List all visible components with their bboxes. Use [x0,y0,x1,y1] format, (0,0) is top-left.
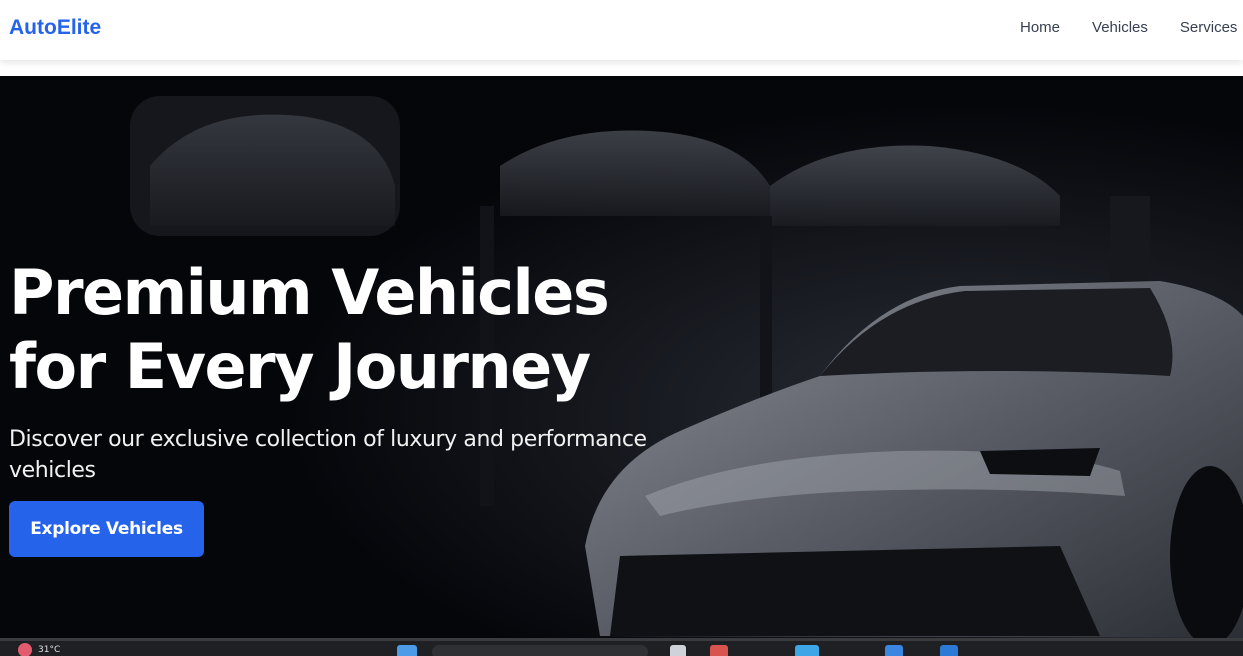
hero-subtitle: Discover our exclusive collection of lux… [9,427,647,483]
top-navbar: AutoElite Home Vehicles Services [0,0,1243,60]
explore-vehicles-button[interactable]: Explore Vehicles [9,501,204,557]
search-bar[interactable] [432,645,648,656]
hero-section: Premium Vehicles for Every Journey Disco… [0,76,1243,638]
weather-icon [18,643,32,656]
app-icon[interactable] [940,645,958,656]
task-view-icon[interactable] [670,645,686,656]
nav-link-services[interactable]: Services [1180,19,1238,36]
nav-link-vehicles[interactable]: Vehicles [1092,19,1148,36]
main-nav: Home Vehicles Services [1020,19,1237,36]
weather-temperature: 31°C [38,645,61,655]
app-icon[interactable] [795,645,819,656]
start-menu-icon[interactable] [397,645,417,656]
header-spacer [0,60,1243,76]
hero-content: Premium Vehicles for Every Journey Disco… [9,256,709,557]
app-icon[interactable] [710,645,728,656]
taskbar-weather-widget[interactable]: 31°C [18,643,60,656]
nav-link-home[interactable]: Home [1020,19,1060,36]
app-icon[interactable] [885,645,903,656]
hero-title-line-1: Premium Vehicles [9,256,610,329]
hero-title: Premium Vehicles for Every Journey [9,256,709,404]
os-taskbar: 31°C [0,638,1243,656]
hero-title-line-2: for Every Journey [9,330,591,403]
brand-logo[interactable]: AutoElite [9,16,101,40]
